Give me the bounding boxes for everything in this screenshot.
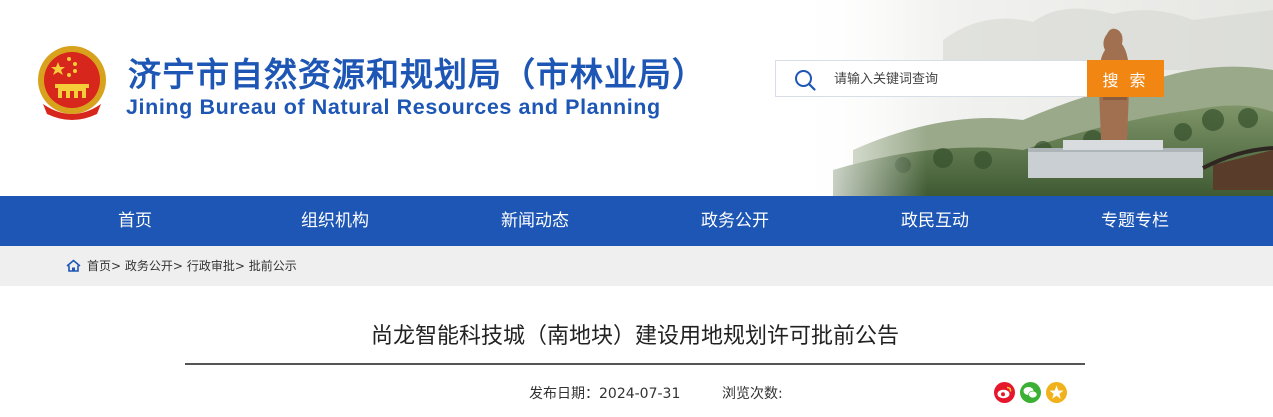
qzone-icon[interactable]	[1046, 382, 1067, 403]
breadcrumb-administrative-approval[interactable]: 行政审批	[187, 259, 235, 273]
publish-date-info: 发布日期：2024-07-31	[529, 383, 680, 403]
breadcrumb-home[interactable]: 首页	[87, 259, 111, 273]
home-icon[interactable]	[66, 259, 81, 272]
search-icon	[795, 70, 816, 91]
breadcrumb-separator: >	[234, 259, 245, 273]
breadcrumb: 首页> 政务公开> 行政审批> 批前公示	[66, 246, 297, 286]
search-button[interactable]: 搜 索	[1087, 60, 1164, 97]
breadcrumb-separator: >	[111, 259, 122, 273]
publish-date-value: 2024-07-31	[599, 386, 681, 402]
breadcrumb-bar: 首页> 政务公开> 行政审批> 批前公示	[0, 246, 1273, 286]
site-title-chinese: 济宁市自然资源和规划局（市林业局）	[128, 55, 706, 94]
breadcrumb-government-affairs[interactable]: 政务公开	[125, 259, 173, 273]
article-title: 尚龙智能科技城（南地块）建设用地规划许可批前公告	[370, 324, 899, 349]
wechat-icon[interactable]	[1020, 382, 1041, 403]
nav-item-organization[interactable]: 组织机构	[235, 196, 435, 246]
weibo-icon[interactable]	[994, 382, 1015, 403]
view-count-label: 浏览次数:	[722, 386, 783, 402]
search-input[interactable]	[834, 67, 1084, 91]
nav-item-interaction[interactable]: 政民互动	[835, 196, 1035, 246]
breadcrumb-separator: >	[172, 259, 183, 273]
nav-item-special-topics[interactable]: 专题专栏	[1035, 196, 1235, 246]
main-nav: 首页 组织机构 新闻动态 政务公开 政民互动 专题专栏	[0, 196, 1273, 246]
breadcrumb-pre-approval-notice[interactable]: 批前公示	[249, 259, 297, 273]
national-emblem-icon	[38, 46, 106, 120]
publish-date-label: 发布日期：	[529, 386, 599, 402]
nav-item-home[interactable]: 首页	[35, 196, 235, 246]
title-divider	[185, 363, 1085, 365]
search-box: 搜 索	[775, 60, 1164, 97]
nav-item-news[interactable]: 新闻动态	[435, 196, 635, 246]
landscape-statue-banner	[793, 0, 1273, 196]
site-title-english: Jining Bureau of Natural Resources and P…	[126, 95, 661, 119]
nav-item-government-affairs[interactable]: 政务公开	[635, 196, 835, 246]
site-header: 济宁市自然资源和规划局（市林业局） Jining Bureau of Natur…	[0, 0, 1273, 196]
